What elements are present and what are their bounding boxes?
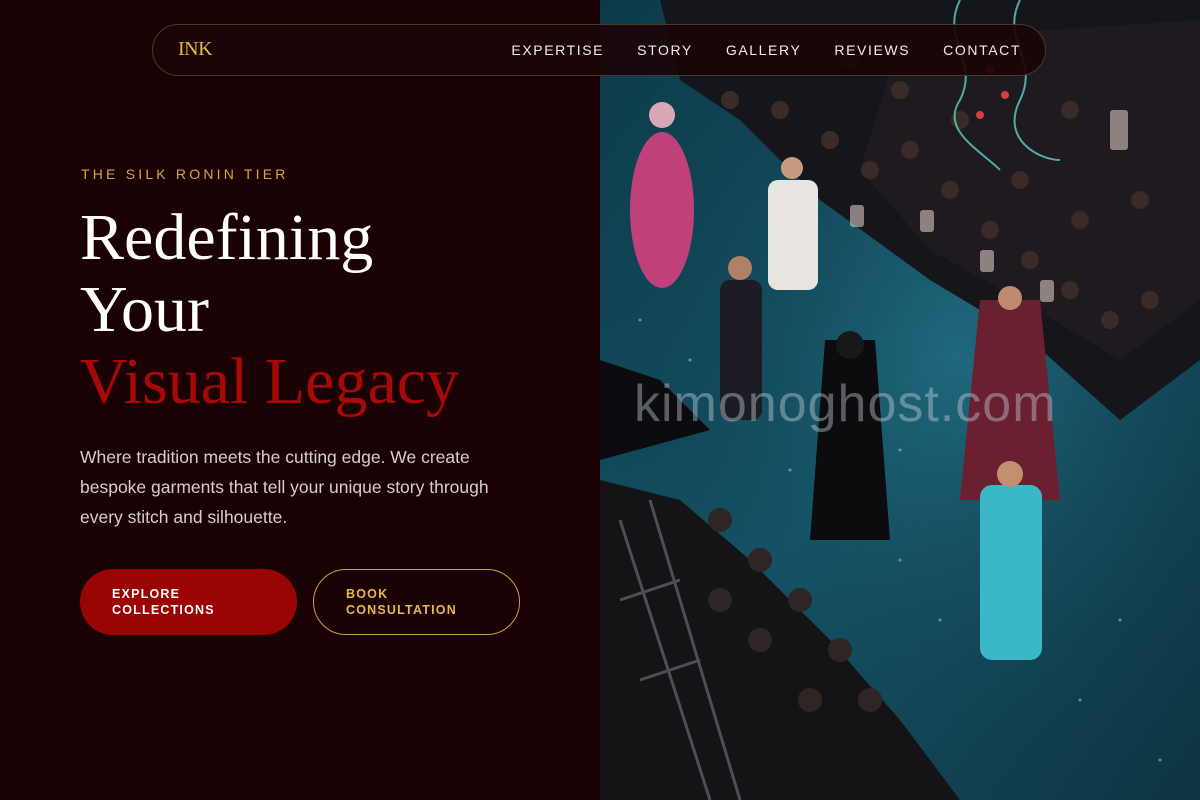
hero-eyebrow: THE SILK RONIN TIER bbox=[81, 166, 289, 182]
headline-line-2: Your bbox=[80, 273, 210, 346]
book-consultation-button[interactable]: BOOK CONSULTATION bbox=[313, 569, 520, 635]
nav-link-contact[interactable]: CONTACT bbox=[943, 42, 1021, 58]
hero-headline: Redefining Your Visual Legacy bbox=[80, 202, 459, 418]
button-label-line: CONSULTATION bbox=[346, 603, 457, 617]
book-consultation-label: BOOK CONSULTATION bbox=[346, 586, 457, 618]
explore-collections-label: EXPLORE COLLECTIONS bbox=[112, 586, 215, 618]
headline-accent: Visual Legacy bbox=[80, 345, 460, 418]
nav-link-gallery[interactable]: GALLERY bbox=[726, 42, 802, 58]
nav-link-story[interactable]: STORY bbox=[637, 42, 693, 58]
nav-link-expertise[interactable]: EXPERTISE bbox=[511, 42, 604, 58]
site-logo[interactable]: INK bbox=[178, 38, 213, 61]
headline-line-1: Redefining bbox=[80, 201, 374, 274]
hero-description: Where tradition meets the cutting edge. … bbox=[80, 447, 489, 527]
watermark-text: kimonoghost.com bbox=[634, 375, 1057, 433]
button-label-line: COLLECTIONS bbox=[112, 603, 215, 617]
page: kimonoghost.com INK EXPERTISE STORY GALL… bbox=[0, 0, 1200, 800]
nav-link-reviews[interactable]: REVIEWS bbox=[834, 42, 910, 58]
explore-collections-button[interactable]: EXPLORE COLLECTIONS bbox=[80, 569, 297, 635]
button-label-line: EXPLORE bbox=[112, 587, 181, 601]
button-label-line: BOOK bbox=[346, 587, 389, 601]
nav-links: EXPERTISE STORY GALLERY REVIEWS CONTACT bbox=[478, 42, 1021, 58]
top-navigation: INK EXPERTISE STORY GALLERY REVIEWS CONT… bbox=[152, 24, 1046, 76]
